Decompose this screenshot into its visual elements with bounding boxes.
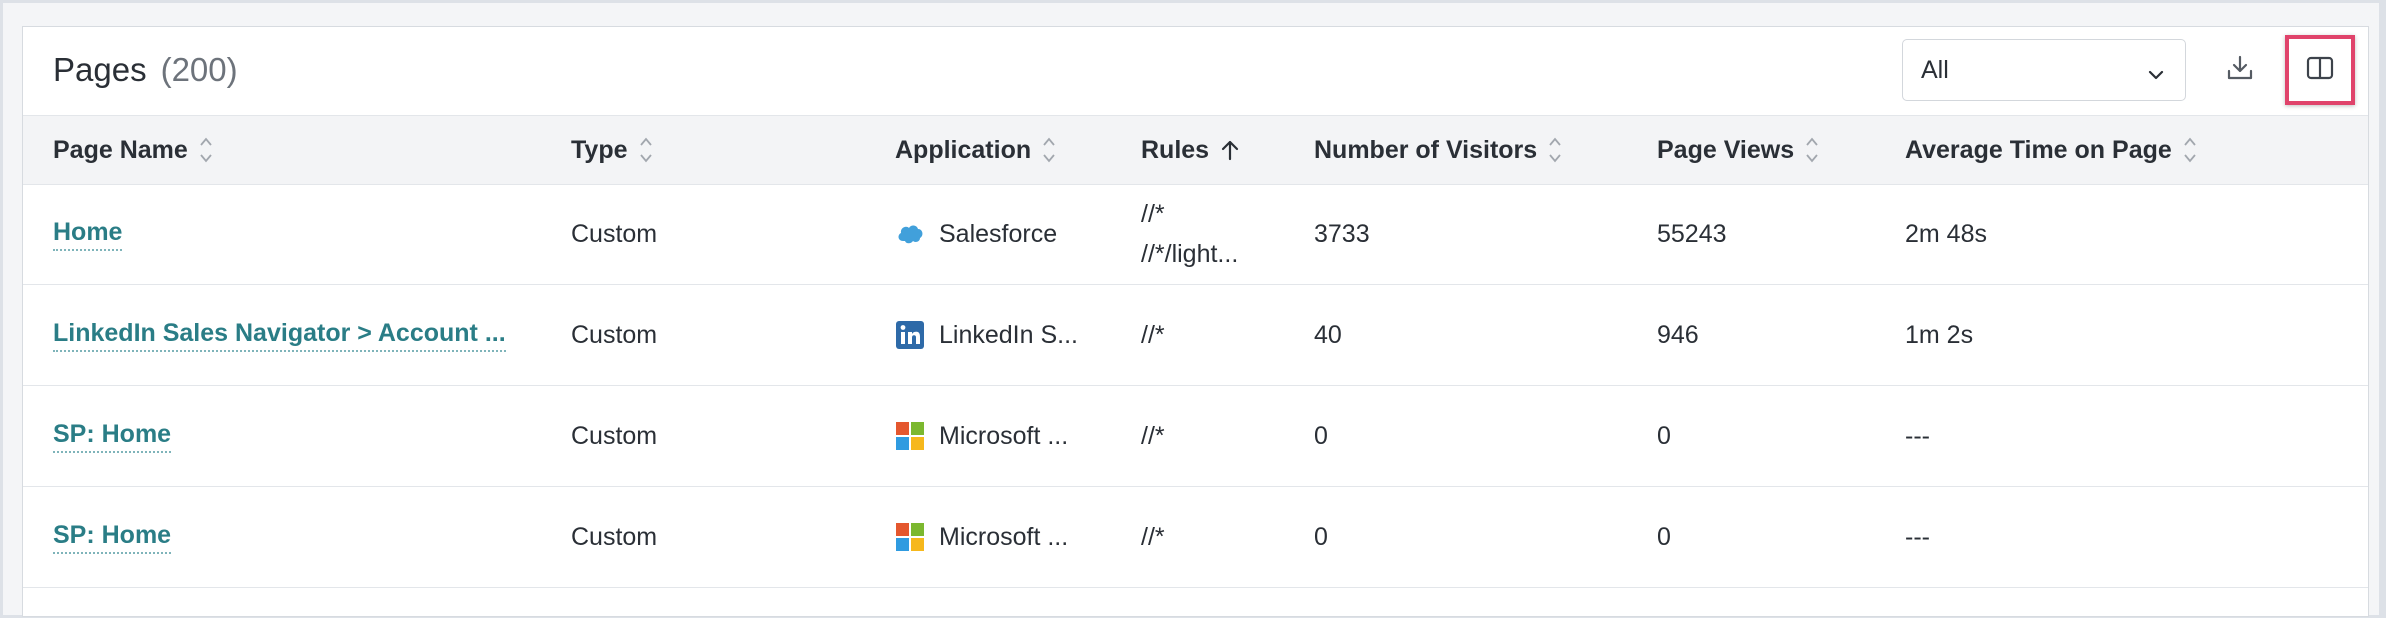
download-icon [2225, 53, 2255, 88]
visitors-cell: 0 [1314, 421, 1328, 450]
card-header: Pages (200) All [23, 27, 2368, 115]
chevron-down-icon [2147, 62, 2165, 91]
application-cell: Salesforce [895, 184, 1057, 284]
page-name-link[interactable]: LinkedIn Sales Navigator > Account ... [53, 319, 506, 352]
avg-time-cell: 1m 2s [1905, 320, 1974, 349]
application-cell: LinkedIn S... [895, 285, 1078, 385]
visitors-cell: 0 [1314, 522, 1328, 551]
application-name: Salesforce [939, 219, 1058, 248]
arrow-up-icon [1219, 138, 1241, 162]
download-button[interactable] [2209, 39, 2271, 101]
table-row[interactable]: SP: Home Custom Microsoft ... //* 0 0 --… [23, 487, 2368, 588]
page-name-cell: SP: Home [53, 487, 172, 587]
application-name: LinkedIn S... [939, 320, 1078, 349]
sort-icon [1041, 133, 1057, 167]
sort-icon [638, 133, 654, 167]
avg-time-cell: --- [1905, 522, 1930, 551]
salesforce-icon [895, 219, 925, 249]
page-views-cell: 55243 [1657, 219, 1727, 248]
application-cell: Microsoft ... [895, 386, 1068, 486]
linkedin-icon [895, 320, 925, 350]
column-panel-button[interactable] [2285, 35, 2355, 105]
column-label: Page Views [1657, 135, 1795, 164]
application-cell: Microsoft ... [895, 487, 1068, 587]
page-count: (200) [160, 51, 238, 88]
type-cell: Custom [571, 522, 658, 551]
avg-time-cell: 2m 48s [1905, 219, 1987, 248]
filter-select-value: All [1921, 55, 1949, 84]
pages-card: Pages (200) All Page Name Type Applicati… [22, 26, 2369, 617]
page-views-cell: 0 [1657, 421, 1671, 450]
column-header-rules[interactable]: Rules [1141, 116, 1241, 184]
avg-time-cell: --- [1905, 421, 1930, 450]
split-panel-icon [2305, 53, 2335, 88]
page-name-link[interactable]: SP: Home [53, 521, 172, 554]
column-header-visitors[interactable]: Number of Visitors [1314, 116, 1563, 184]
page-views-cell: 946 [1657, 320, 1699, 349]
page-name-link[interactable]: SP: Home [53, 420, 172, 453]
sort-icon [1804, 133, 1820, 167]
rule-text: //*/light... [1141, 240, 1239, 268]
column-label: Rules [1141, 135, 1210, 164]
microsoft-icon [895, 522, 925, 552]
page-name-cell: LinkedIn Sales Navigator > Account ... [53, 285, 506, 385]
filter-select[interactable]: All [1902, 39, 2186, 101]
title-text: Pages [53, 51, 147, 88]
column-header-page-views[interactable]: Page Views [1657, 116, 1820, 184]
column-label: Average Time on Page [1905, 135, 2172, 164]
sort-icon [198, 133, 214, 167]
rules-cell: //* [1141, 421, 1165, 450]
column-label: Number of Visitors [1314, 135, 1538, 164]
table-row[interactable]: SP: Home Custom Microsoft ... //* 0 0 --… [23, 386, 2368, 487]
page-name-cell: SP: Home [53, 386, 172, 486]
application-name: Microsoft ... [939, 522, 1069, 551]
rule-text: //* [1141, 200, 1165, 228]
page-name-cell: Home [53, 184, 123, 284]
table-row[interactable]: Home Custom Salesforce //* //*/light... 3… [23, 184, 2368, 285]
sort-icon [2182, 133, 2198, 167]
column-label: Application [895, 135, 1032, 164]
type-cell: Custom [571, 320, 658, 349]
column-header-type[interactable]: Type [571, 116, 654, 184]
microsoft-icon [895, 421, 925, 451]
page-frame: Pages (200) All Page Name Type Applicati… [3, 3, 2379, 617]
table-row[interactable]: LinkedIn Sales Navigator > Account ... C… [23, 285, 2368, 386]
column-header-page-name[interactable]: Page Name [53, 116, 214, 184]
column-header-application[interactable]: Application [895, 116, 1057, 184]
visitors-cell: 40 [1314, 320, 1342, 349]
page-name-link[interactable]: Home [53, 218, 123, 251]
rules-cell: //* [1141, 522, 1165, 551]
sort-icon [1547, 133, 1563, 167]
page-views-cell: 0 [1657, 522, 1671, 551]
table-header: Page Name Type Application Rules Number … [23, 115, 2368, 185]
rules-cell: //* //*/light... [1141, 184, 1238, 284]
column-header-average-time[interactable]: Average Time on Page [1905, 116, 2198, 184]
type-cell: Custom [571, 421, 658, 450]
column-label: Page Name [53, 135, 188, 164]
rules-cell: //* [1141, 320, 1165, 349]
type-cell: Custom [571, 219, 658, 248]
page-title: Pages (200) [53, 51, 238, 89]
column-label: Type [571, 135, 628, 164]
application-name: Microsoft ... [939, 421, 1069, 450]
visitors-cell: 3733 [1314, 219, 1370, 248]
